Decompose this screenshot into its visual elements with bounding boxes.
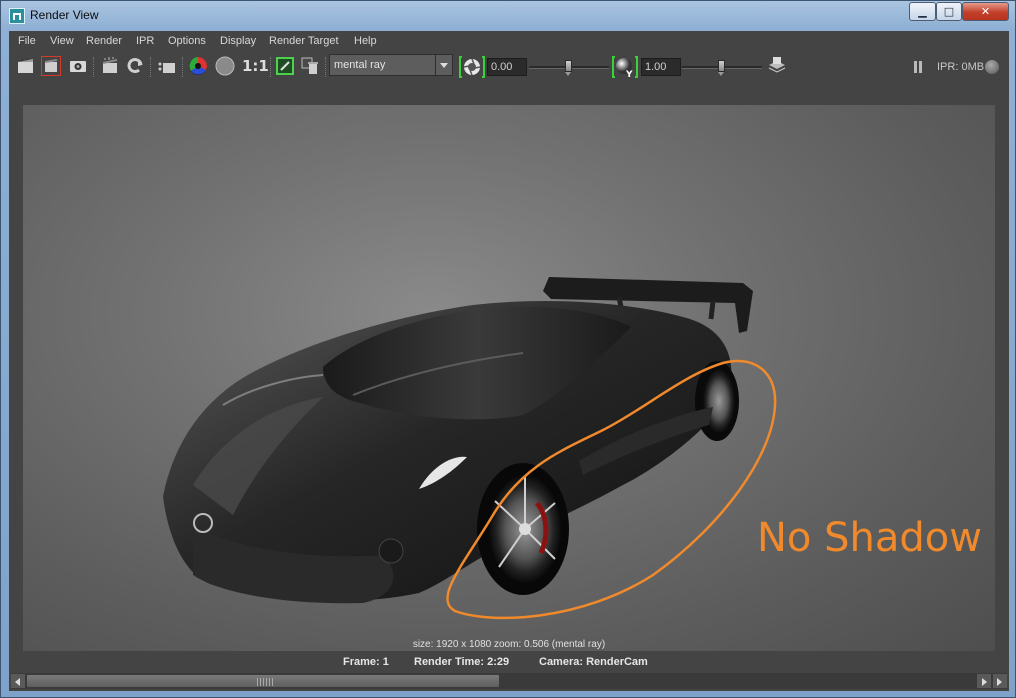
rgb-channels-icon — [189, 57, 207, 75]
toolbar-separator — [93, 57, 96, 77]
layers-icon — [768, 57, 786, 73]
keep-image-icon — [276, 57, 294, 75]
remove-image-button[interactable] — [300, 56, 320, 76]
clapper-settings-icon — [158, 62, 175, 73]
render-image-viewport[interactable]: No Shadow :( — [23, 105, 995, 651]
toolbar-separator — [182, 57, 185, 77]
render-settings-button[interactable] — [157, 56, 177, 76]
exposure-slider-handle[interactable] — [565, 60, 572, 76]
render-view-window: Render View ▁ □ ✕ File View Render IPR O… — [0, 0, 1016, 698]
clapper-region-icon — [44, 59, 58, 72]
chevron-left-icon — [15, 678, 20, 686]
chevron-down-icon — [435, 55, 452, 75]
gamma-icon: Y — [612, 56, 638, 80]
annotation-circle — [446, 359, 777, 620]
display-alpha-button[interactable] — [215, 56, 235, 76]
gamma-field[interactable]: 1.00 — [641, 58, 681, 76]
svg-text:Y: Y — [625, 70, 633, 79]
scroll-end-button[interactable] — [993, 674, 1007, 688]
menu-file[interactable]: File — [18, 35, 36, 47]
gamma-button[interactable]: Y — [612, 55, 638, 80]
scroll-left-button[interactable] — [11, 674, 25, 688]
renderer-dropdown[interactable]: mental ray — [329, 54, 453, 76]
ipr-indicator-icon — [985, 60, 999, 74]
renderer-value: mental ray — [334, 59, 386, 71]
no-shadow-annotation: No Shadow :( — [757, 515, 995, 561]
exposure-button[interactable] — [459, 55, 485, 79]
toolbar-separator — [325, 57, 328, 77]
scroll-right-button[interactable] — [977, 674, 991, 688]
frame-status: Frame: 1 — [343, 656, 389, 668]
camera-status: Camera: RenderCam — [539, 656, 648, 668]
render-info-text: size: 1920 x 1080 zoom: 0.506 (mental ra… — [412, 639, 606, 650]
aperture-icon — [459, 56, 485, 78]
redo-render-button[interactable] — [16, 56, 36, 76]
toolbar: 1:1 mental ray 0.00 Y 1.00 IPR: 0MB — [9, 52, 1009, 81]
toolbar-separator — [270, 57, 273, 77]
menu-help[interactable]: Help — [354, 35, 377, 47]
grip-icon — [257, 678, 275, 686]
keep-image-button[interactable] — [275, 56, 295, 76]
alpha-channel-icon — [215, 56, 235, 76]
menu-render-target[interactable]: Render Target — [269, 35, 339, 47]
camera-icon — [70, 61, 86, 72]
menu-ipr[interactable]: IPR — [136, 35, 154, 47]
chevron-right-icon — [982, 678, 987, 686]
refresh-icon — [127, 58, 143, 73]
scrollbar-thumb[interactable] — [27, 675, 499, 687]
maya-app-icon — [9, 8, 25, 24]
chevron-right-end-icon — [997, 678, 1002, 686]
close-button[interactable]: ✕ — [962, 2, 1009, 21]
horizontal-scrollbar[interactable] — [11, 673, 1007, 689]
render-view-panel: File View Render IPR Options Display Ren… — [9, 31, 1009, 691]
exposure-field[interactable]: 0.00 — [487, 58, 527, 76]
clapper-sequence-icon — [102, 57, 118, 73]
display-rgb-button[interactable] — [188, 56, 208, 76]
menu-view[interactable]: View — [50, 35, 74, 47]
toolbar-separator — [150, 57, 153, 77]
menu-options[interactable]: Options — [168, 35, 206, 47]
minimize-button[interactable]: ▁ — [909, 2, 936, 21]
render-layers-button[interactable] — [767, 56, 787, 76]
clapper-icon — [18, 57, 33, 73]
window-title: Render View — [30, 8, 99, 22]
refresh-ipr-button[interactable] — [125, 56, 145, 76]
pause-ipr-icon[interactable] — [913, 61, 923, 73]
render-sequence-button[interactable] — [100, 56, 120, 76]
render-time-status: Render Time: 2:29 — [414, 656, 510, 668]
menu-render[interactable]: Render — [86, 35, 122, 47]
real-size-button[interactable]: 1:1 — [242, 56, 269, 76]
status-bar: Frame: 1 Render Time: 2:29 Camera: Rende… — [9, 655, 1009, 671]
close-icon: ✕ — [980, 5, 991, 18]
title-bar[interactable]: Render View ▁ □ ✕ — [1, 1, 1015, 31]
menu-display[interactable]: Display — [220, 35, 256, 47]
maximize-button[interactable]: □ — [936, 2, 962, 21]
trash-icon — [301, 57, 318, 74]
gamma-slider-handle[interactable] — [718, 60, 725, 76]
render-region-button[interactable] — [41, 56, 61, 76]
snapshot-button[interactable] — [68, 56, 88, 76]
minimize-icon: ▁ — [918, 5, 927, 18]
ipr-memory-status: IPR: 0MB — [937, 61, 985, 73]
menu-bar: File View Render IPR Options Display Ren… — [9, 31, 1009, 51]
maximize-icon: □ — [943, 5, 955, 18]
